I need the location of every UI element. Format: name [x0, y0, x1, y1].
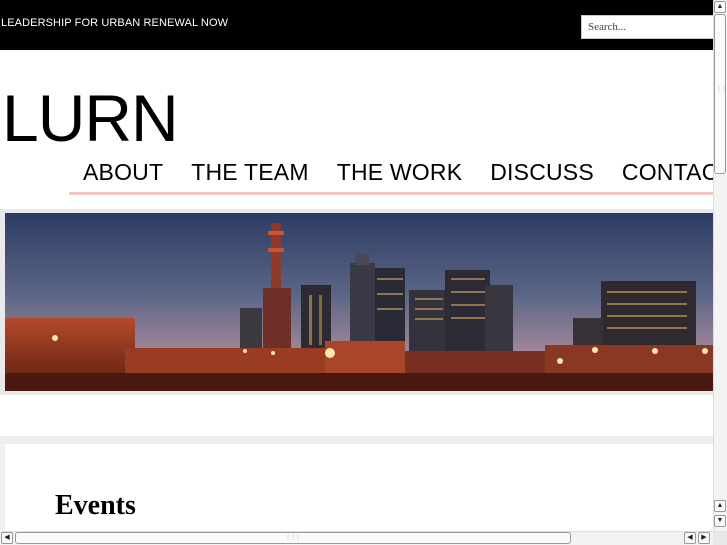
scroll-up-arrow-icon[interactable]: ▲	[714, 1, 726, 13]
search-input[interactable]	[581, 15, 715, 39]
site-logo[interactable]: LURN	[2, 78, 179, 158]
content-left-border	[0, 444, 5, 530]
grip-icon: ⋮⋮	[716, 87, 727, 93]
scroll-down-arrow-icon[interactable]: ▼	[714, 515, 726, 527]
scroll-right-arrow-icon[interactable]: ▶	[698, 532, 710, 544]
section-heading-events: Events	[55, 490, 136, 521]
nav-underline	[69, 192, 713, 195]
scroll-up-arrow-icon-lower[interactable]: ▲	[714, 500, 726, 512]
grip-icon-horizontal: ⋮⋮⋮	[285, 535, 301, 541]
scroll-left-arrow-icon-right[interactable]: ◀	[684, 532, 696, 544]
scroll-left-arrow-icon[interactable]: ◀	[1, 532, 13, 544]
vertical-scroll-thumb[interactable]	[714, 14, 726, 174]
scrollbar-corner	[713, 531, 727, 545]
nav-item-the-team[interactable]: THE TEAM	[191, 158, 308, 186]
nav-item-discuss[interactable]: DISCUSS	[490, 158, 594, 186]
main-nav: ABOUT THE TEAM THE WORK DISCUSS CONTACT	[83, 158, 713, 188]
nav-item-the-work[interactable]: THE WORK	[337, 158, 463, 186]
content-top-border	[0, 436, 713, 444]
banner-frame	[0, 209, 713, 395]
nav-item-contact[interactable]: CONTACT	[622, 158, 713, 186]
nav-item-about[interactable]: ABOUT	[83, 158, 163, 186]
site-tagline: LEADERSHIP FOR URBAN RENEWAL NOW	[1, 17, 229, 29]
city-skyline-banner	[5, 213, 713, 391]
